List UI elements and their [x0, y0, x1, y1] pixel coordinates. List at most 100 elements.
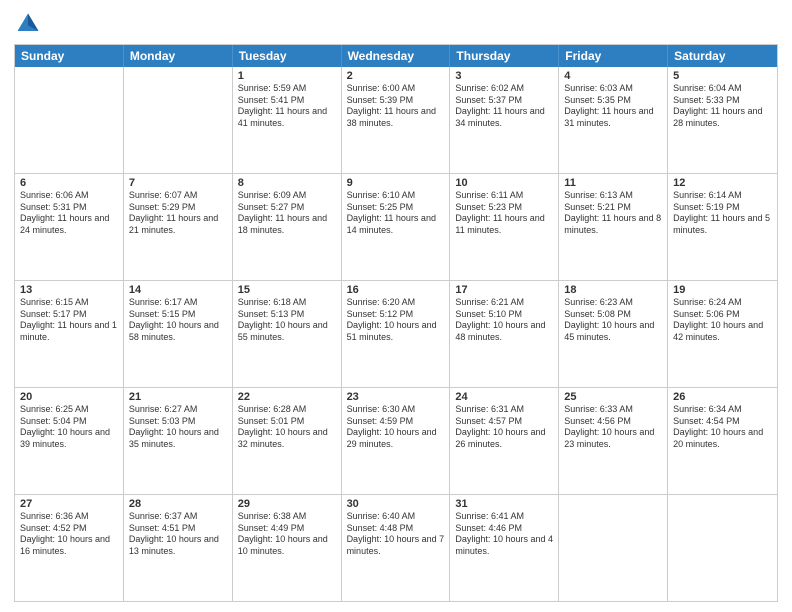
- day-info: Sunrise: 6:00 AMSunset: 5:39 PMDaylight:…: [347, 83, 445, 130]
- cal-cell: 6Sunrise: 6:06 AMSunset: 5:31 PMDaylight…: [15, 174, 124, 280]
- calendar-body: 1Sunrise: 5:59 AMSunset: 5:41 PMDaylight…: [15, 67, 777, 601]
- header-day-sunday: Sunday: [15, 45, 124, 67]
- header-day-thursday: Thursday: [450, 45, 559, 67]
- day-info: Sunrise: 6:11 AMSunset: 5:23 PMDaylight:…: [455, 190, 553, 237]
- day-number: 1: [238, 70, 336, 82]
- day-number: 16: [347, 284, 445, 296]
- day-info: Sunrise: 6:28 AMSunset: 5:01 PMDaylight:…: [238, 404, 336, 451]
- day-number: 17: [455, 284, 553, 296]
- cal-cell: 27Sunrise: 6:36 AMSunset: 4:52 PMDayligh…: [15, 495, 124, 601]
- day-info: Sunrise: 6:02 AMSunset: 5:37 PMDaylight:…: [455, 83, 553, 130]
- cal-cell: 1Sunrise: 5:59 AMSunset: 5:41 PMDaylight…: [233, 67, 342, 173]
- header-day-wednesday: Wednesday: [342, 45, 451, 67]
- day-number: 29: [238, 498, 336, 510]
- day-info: Sunrise: 6:24 AMSunset: 5:06 PMDaylight:…: [673, 297, 772, 344]
- week-row-2: 13Sunrise: 6:15 AMSunset: 5:17 PMDayligh…: [15, 280, 777, 387]
- cal-cell: 4Sunrise: 6:03 AMSunset: 5:35 PMDaylight…: [559, 67, 668, 173]
- day-info: Sunrise: 6:14 AMSunset: 5:19 PMDaylight:…: [673, 190, 772, 237]
- day-info: Sunrise: 6:33 AMSunset: 4:56 PMDaylight:…: [564, 404, 662, 451]
- day-info: Sunrise: 5:59 AMSunset: 5:41 PMDaylight:…: [238, 83, 336, 130]
- day-number: 15: [238, 284, 336, 296]
- day-number: 31: [455, 498, 553, 510]
- week-row-1: 6Sunrise: 6:06 AMSunset: 5:31 PMDaylight…: [15, 173, 777, 280]
- day-number: 12: [673, 177, 772, 189]
- day-number: 28: [129, 498, 227, 510]
- cal-cell: 5Sunrise: 6:04 AMSunset: 5:33 PMDaylight…: [668, 67, 777, 173]
- day-info: Sunrise: 6:07 AMSunset: 5:29 PMDaylight:…: [129, 190, 227, 237]
- cal-cell: 21Sunrise: 6:27 AMSunset: 5:03 PMDayligh…: [124, 388, 233, 494]
- day-number: 19: [673, 284, 772, 296]
- day-info: Sunrise: 6:18 AMSunset: 5:13 PMDaylight:…: [238, 297, 336, 344]
- day-info: Sunrise: 6:13 AMSunset: 5:21 PMDaylight:…: [564, 190, 662, 237]
- day-info: Sunrise: 6:37 AMSunset: 4:51 PMDaylight:…: [129, 511, 227, 558]
- cal-cell: 30Sunrise: 6:40 AMSunset: 4:48 PMDayligh…: [342, 495, 451, 601]
- cal-cell: [668, 495, 777, 601]
- cal-cell: 15Sunrise: 6:18 AMSunset: 5:13 PMDayligh…: [233, 281, 342, 387]
- day-number: 18: [564, 284, 662, 296]
- cal-cell: 28Sunrise: 6:37 AMSunset: 4:51 PMDayligh…: [124, 495, 233, 601]
- header-day-friday: Friday: [559, 45, 668, 67]
- cal-cell: 12Sunrise: 6:14 AMSunset: 5:19 PMDayligh…: [668, 174, 777, 280]
- day-info: Sunrise: 6:20 AMSunset: 5:12 PMDaylight:…: [347, 297, 445, 344]
- header-day-saturday: Saturday: [668, 45, 777, 67]
- day-number: 27: [20, 498, 118, 510]
- cal-cell: 29Sunrise: 6:38 AMSunset: 4:49 PMDayligh…: [233, 495, 342, 601]
- day-number: 3: [455, 70, 553, 82]
- day-number: 9: [347, 177, 445, 189]
- day-number: 14: [129, 284, 227, 296]
- cal-cell: 9Sunrise: 6:10 AMSunset: 5:25 PMDaylight…: [342, 174, 451, 280]
- week-row-0: 1Sunrise: 5:59 AMSunset: 5:41 PMDaylight…: [15, 67, 777, 173]
- day-info: Sunrise: 6:21 AMSunset: 5:10 PMDaylight:…: [455, 297, 553, 344]
- day-info: Sunrise: 6:38 AMSunset: 4:49 PMDaylight:…: [238, 511, 336, 558]
- day-number: 24: [455, 391, 553, 403]
- day-number: 7: [129, 177, 227, 189]
- cal-cell: 23Sunrise: 6:30 AMSunset: 4:59 PMDayligh…: [342, 388, 451, 494]
- cal-cell: 25Sunrise: 6:33 AMSunset: 4:56 PMDayligh…: [559, 388, 668, 494]
- week-row-4: 27Sunrise: 6:36 AMSunset: 4:52 PMDayligh…: [15, 494, 777, 601]
- day-number: 10: [455, 177, 553, 189]
- day-info: Sunrise: 6:04 AMSunset: 5:33 PMDaylight:…: [673, 83, 772, 130]
- cal-cell: 20Sunrise: 6:25 AMSunset: 5:04 PMDayligh…: [15, 388, 124, 494]
- day-info: Sunrise: 6:31 AMSunset: 4:57 PMDaylight:…: [455, 404, 553, 451]
- cal-cell: 31Sunrise: 6:41 AMSunset: 4:46 PMDayligh…: [450, 495, 559, 601]
- day-number: 26: [673, 391, 772, 403]
- day-number: 25: [564, 391, 662, 403]
- day-number: 4: [564, 70, 662, 82]
- cal-cell: 14Sunrise: 6:17 AMSunset: 5:15 PMDayligh…: [124, 281, 233, 387]
- cal-cell: 3Sunrise: 6:02 AMSunset: 5:37 PMDaylight…: [450, 67, 559, 173]
- day-info: Sunrise: 6:25 AMSunset: 5:04 PMDaylight:…: [20, 404, 118, 451]
- day-info: Sunrise: 6:06 AMSunset: 5:31 PMDaylight:…: [20, 190, 118, 237]
- day-number: 5: [673, 70, 772, 82]
- cal-cell: 24Sunrise: 6:31 AMSunset: 4:57 PMDayligh…: [450, 388, 559, 494]
- day-info: Sunrise: 6:17 AMSunset: 5:15 PMDaylight:…: [129, 297, 227, 344]
- cal-cell: 7Sunrise: 6:07 AMSunset: 5:29 PMDaylight…: [124, 174, 233, 280]
- cal-cell: 13Sunrise: 6:15 AMSunset: 5:17 PMDayligh…: [15, 281, 124, 387]
- cal-cell: 18Sunrise: 6:23 AMSunset: 5:08 PMDayligh…: [559, 281, 668, 387]
- day-number: 11: [564, 177, 662, 189]
- header: [14, 10, 778, 38]
- day-info: Sunrise: 6:27 AMSunset: 5:03 PMDaylight:…: [129, 404, 227, 451]
- cal-cell: 19Sunrise: 6:24 AMSunset: 5:06 PMDayligh…: [668, 281, 777, 387]
- day-number: 2: [347, 70, 445, 82]
- day-number: 22: [238, 391, 336, 403]
- logo-icon: [14, 10, 42, 38]
- day-number: 30: [347, 498, 445, 510]
- cal-cell: 2Sunrise: 6:00 AMSunset: 5:39 PMDaylight…: [342, 67, 451, 173]
- cal-cell: 8Sunrise: 6:09 AMSunset: 5:27 PMDaylight…: [233, 174, 342, 280]
- day-info: Sunrise: 6:10 AMSunset: 5:25 PMDaylight:…: [347, 190, 445, 237]
- day-number: 8: [238, 177, 336, 189]
- day-info: Sunrise: 6:15 AMSunset: 5:17 PMDaylight:…: [20, 297, 118, 344]
- cal-cell: 16Sunrise: 6:20 AMSunset: 5:12 PMDayligh…: [342, 281, 451, 387]
- page: SundayMondayTuesdayWednesdayThursdayFrid…: [0, 0, 792, 612]
- logo: [14, 10, 46, 38]
- day-info: Sunrise: 6:30 AMSunset: 4:59 PMDaylight:…: [347, 404, 445, 451]
- cal-cell: 17Sunrise: 6:21 AMSunset: 5:10 PMDayligh…: [450, 281, 559, 387]
- calendar: SundayMondayTuesdayWednesdayThursdayFrid…: [14, 44, 778, 602]
- day-info: Sunrise: 6:40 AMSunset: 4:48 PMDaylight:…: [347, 511, 445, 558]
- cal-cell: [559, 495, 668, 601]
- day-info: Sunrise: 6:23 AMSunset: 5:08 PMDaylight:…: [564, 297, 662, 344]
- cal-cell: 26Sunrise: 6:34 AMSunset: 4:54 PMDayligh…: [668, 388, 777, 494]
- day-number: 21: [129, 391, 227, 403]
- day-info: Sunrise: 6:34 AMSunset: 4:54 PMDaylight:…: [673, 404, 772, 451]
- day-info: Sunrise: 6:36 AMSunset: 4:52 PMDaylight:…: [20, 511, 118, 558]
